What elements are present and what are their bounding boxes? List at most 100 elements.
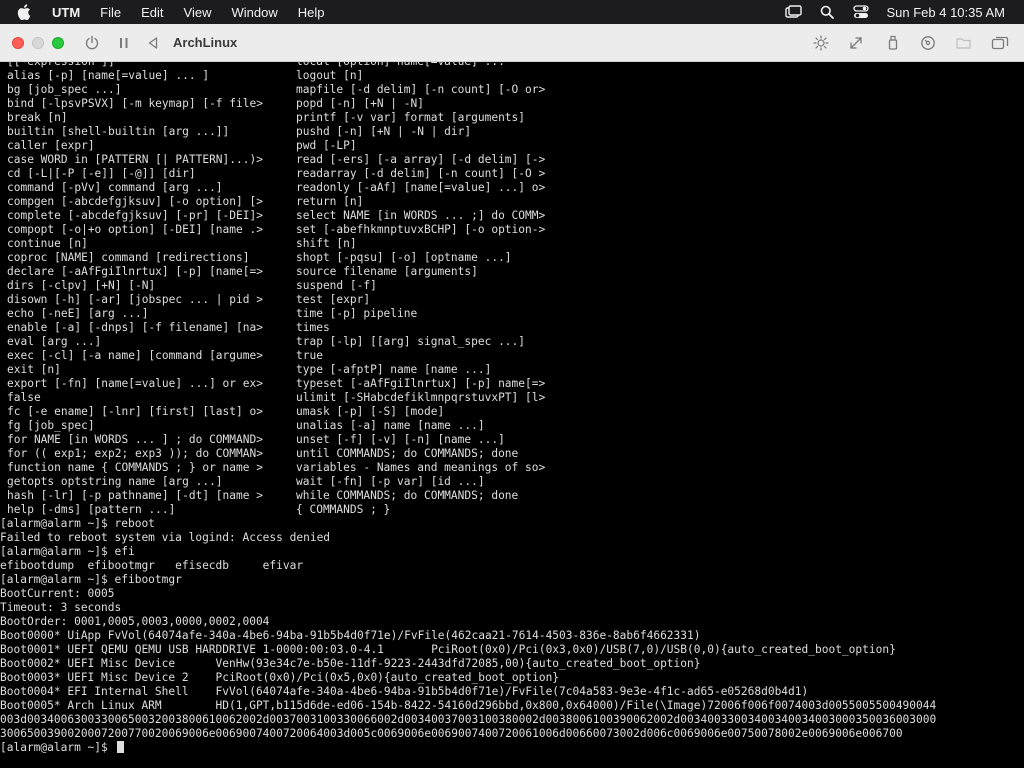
search-icon[interactable] — [818, 4, 836, 20]
help-left-line: echo [-neE] [arg ...] — [7, 307, 149, 320]
help-left-line: caller [expr] — [7, 139, 95, 152]
help-right-line: select NAME [in WORDS ... ;] do COMM> — [296, 209, 546, 222]
control-center-icon[interactable] — [852, 4, 870, 20]
help-left-line: help [-dms] [pattern ...] — [7, 503, 176, 516]
help-right-line: time [-p] pipeline — [296, 307, 418, 320]
help-left-line: exec [-cl] [-a name] [command [argume> — [7, 349, 263, 362]
help-right-line: shift [n] — [296, 237, 357, 250]
help-right-line: type [-afptP] name [name ...] — [296, 363, 492, 376]
help-left-line: case WORD in [PATTERN [| PATTERN]...)> — [7, 153, 263, 166]
back-icon[interactable] — [144, 34, 162, 52]
screen-mirroring-icon[interactable] — [784, 4, 802, 20]
help-right-line: pwd [-LP] — [296, 139, 357, 152]
usb-icon[interactable] — [884, 34, 902, 52]
help-right-line: mapfile [-d delim] [-n count] [-O or> — [296, 83, 546, 96]
help-left-line: enable [-a] [-dnps] [-f filename] [na> — [7, 321, 263, 334]
terminal-output-line: [alarm@alarm ~]$ reboot — [0, 517, 155, 530]
help-left-line: coproc [NAME] command [redirections] — [7, 251, 250, 264]
help-left-line: exit [n] — [7, 363, 61, 376]
menu-view[interactable]: View — [184, 5, 212, 20]
vm-terminal-screen[interactable]: [[ expression ]] local [option] name[=val… — [0, 62, 1024, 768]
terminal-output-line: [alarm@alarm ~]$ efibootmgr — [0, 573, 182, 586]
help-right-line: times — [296, 321, 330, 334]
minimize-window-button[interactable] — [32, 37, 44, 49]
help-right-line: wait [-fn] [-p var] [id ...] — [296, 475, 485, 488]
terminal-output-line: efibootdump efibootmgr efisecdb efivar — [0, 559, 304, 572]
help-right-line: return [n] — [296, 195, 364, 208]
help-right-line: shopt [-pqsu] [-o] [optname ...] — [296, 251, 512, 264]
menu-bar-clock[interactable]: Sun Feb 4 10:35 AM — [886, 5, 1005, 20]
help-right-line: set [-abefhkmnptuvxBCHP] [-o option-> — [296, 223, 546, 236]
menu-help[interactable]: Help — [298, 5, 325, 20]
help-left-line: cd [-L|[-P [-e]] [-@]] [dir] — [7, 167, 196, 180]
help-right-line: local [option] name[=value] ... — [296, 62, 505, 69]
terminal-output-line: 003d00340063003300650032003800610062002d… — [0, 713, 937, 726]
help-left-line: hash [-lr] [-p pathname] [-dt] [name > — [7, 489, 263, 502]
menu-edit[interactable]: Edit — [141, 5, 163, 20]
terminal-output-line: Boot0004* EFI Internal Shell FvVol(64074… — [0, 685, 809, 698]
window-toolbar: ArchLinux — [0, 24, 1024, 62]
help-left-line: compopt [-o|+o option] [-DEI] [name .> — [7, 223, 263, 236]
help-right-line: logout [n] — [296, 69, 364, 82]
help-right-line: while COMMANDS; do COMMANDS; done — [296, 489, 519, 502]
menu-bar: UTM File Edit View Window Help Sun Feb 4… — [0, 0, 1024, 24]
terminal-output-line: Boot0001* UEFI QEMU QEMU USB HARDDRIVE 1… — [0, 643, 896, 656]
help-left-line: fc [-e ename] [-lnr] [first] [last] o> — [7, 405, 263, 418]
menu-window[interactable]: Window — [231, 5, 277, 20]
help-right-line: umask [-p] [-S] [mode] — [296, 405, 445, 418]
terminal-output-line: BootCurrent: 0005 — [0, 587, 115, 600]
terminal-output-line: Boot0002* UEFI Misc Device VenHw(93e34c7… — [0, 657, 701, 670]
help-left-line: bind [-lpsvPSVX] [-m keymap] [-f file> — [7, 97, 263, 110]
help-left-line: fg [job_spec] — [7, 419, 95, 432]
windows-icon[interactable] — [991, 34, 1009, 52]
help-right-line: { COMMANDS ; } — [296, 503, 391, 516]
menu-bar-extras: Sun Feb 4 10:35 AM — [784, 0, 1024, 24]
help-right-line: readonly [-aAf] [name[=value] ...] o> — [296, 181, 546, 194]
help-right-line: unset [-f] [-v] [-n] [name ...] — [296, 433, 505, 446]
menu-app-name[interactable]: UTM — [52, 5, 80, 20]
help-left-line: break [n] — [7, 111, 68, 124]
help-left-line: for (( exp1; exp2; exp3 )); do COMMAN> — [7, 447, 263, 460]
help-left-line: getopts optstring name [arg ...] — [7, 475, 223, 488]
brightness-icon[interactable] — [812, 34, 830, 52]
help-left-line: bg [job_spec ...] — [7, 83, 122, 96]
help-left-line: disown [-h] [-ar] [jobspec ... | pid > — [7, 293, 263, 306]
text-cursor — [116, 741, 124, 753]
terminal-output-line: Failed to reboot system via logind: Acce… — [0, 531, 331, 544]
disc-icon[interactable] — [919, 34, 937, 52]
zoom-window-button[interactable] — [52, 37, 64, 49]
help-right-line: true — [296, 349, 323, 362]
help-right-line: variables - Names and meanings of so> — [296, 461, 546, 474]
terminal-output-line: Boot0003* UEFI Misc Device 2 PciRoot(0x0… — [0, 671, 560, 684]
menu-file[interactable]: File — [100, 5, 121, 20]
help-left-line: continue [n] — [7, 237, 88, 250]
terminal-output-line: 3006500390020007200770020069006e00690074… — [0, 727, 903, 740]
terminal-output-line: Timeout: 3 seconds — [0, 601, 122, 614]
close-window-button[interactable] — [12, 37, 24, 49]
help-right-line: typeset [-aAfFgiIlnrtux] [-p] name[=> — [296, 377, 546, 390]
help-left-line: compgen [-abcdefgjksuv] [-o option] [> — [7, 195, 263, 208]
help-right-line: trap [-lp] [[arg] signal_spec ...] — [296, 335, 526, 348]
help-left-line: function name { COMMANDS ; } or name > — [7, 461, 263, 474]
power-icon[interactable] — [83, 34, 101, 52]
terminal-prompt-line[interactable]: [alarm@alarm ~]$ — [0, 741, 124, 755]
help-left-line: command [-pVv] command [arg ...] — [7, 181, 223, 194]
help-left-line: declare [-aAfFgiIlnrtux] [-p] [name[=> — [7, 265, 263, 278]
help-left-line: dirs [-clpv] [+N] [-N] — [7, 279, 156, 292]
pause-icon[interactable] — [115, 34, 133, 52]
terminal-output-line: BootOrder: 0001,0005,0003,0000,0002,0004 — [0, 615, 270, 628]
help-right-line: read [-ers] [-a array] [-d delim] [-> — [296, 153, 546, 166]
resize-icon[interactable] — [847, 34, 865, 52]
help-right-line: printf [-v var] format [arguments] — [296, 111, 526, 124]
window-title: ArchLinux — [173, 35, 238, 50]
folder-icon[interactable] — [955, 34, 973, 52]
help-left-line: complete [-abcdefgjksuv] [-pr] [-DEI]> — [7, 209, 263, 222]
help-left-line: for NAME [in WORDS ... ] ; do COMMAND> — [7, 433, 263, 446]
terminal-output-line: Boot0005* Arch Linux ARM HD(1,GPT,b115d6… — [0, 699, 937, 712]
help-right-line: ulimit [-SHabcdefiklmnpqrstuvxPT] [l> — [296, 391, 546, 404]
apple-icon[interactable] — [14, 4, 34, 20]
help-right-line: popd [-n] [+N | -N] — [296, 97, 424, 110]
shell-prompt: [alarm@alarm ~]$ — [0, 741, 115, 754]
help-right-line: unalias [-a] name [name ...] — [296, 419, 485, 432]
help-right-line: until COMMANDS; do COMMANDS; done — [296, 447, 519, 460]
